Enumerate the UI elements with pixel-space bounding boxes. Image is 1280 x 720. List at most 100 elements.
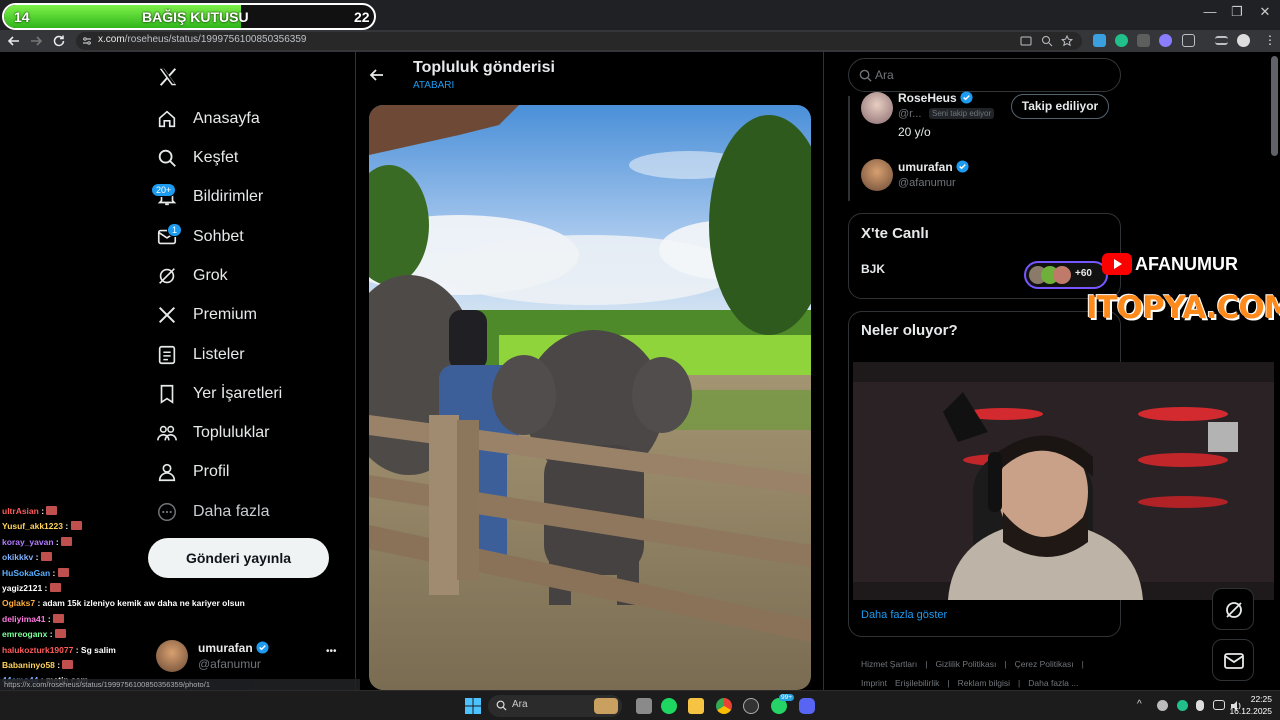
search-icon	[158, 149, 176, 167]
maximize-button[interactable]: ❐	[1223, 4, 1251, 20]
page-scrollbar[interactable]	[1271, 56, 1278, 156]
donation-progress-bar: 14 BAĞIŞ KUTUSU 22	[2, 3, 376, 30]
back-icon[interactable]	[6, 33, 22, 49]
tray-chevron-icon[interactable]: ^	[1137, 699, 1142, 710]
search-input[interactable]: Ara	[848, 58, 1121, 92]
chat-message: yagiz2121 :	[2, 581, 302, 596]
footer-link[interactable]: Imprint	[861, 678, 887, 688]
sidebar-item-label: Keşfet	[193, 149, 239, 166]
footer-separator: |	[1081, 659, 1084, 669]
microphone-icon[interactable]	[1196, 700, 1204, 711]
bookmark-star-icon[interactable]	[1061, 35, 1073, 47]
elephant-photo-image	[369, 105, 811, 690]
footer-link[interactable]: Gizlilik Politikası	[935, 659, 996, 669]
chat-username: emreoganx	[2, 629, 48, 640]
notifications-badge: 20+	[151, 183, 177, 197]
install-app-icon[interactable]	[1020, 35, 1032, 47]
status-link-preview: https://x.com/roseheus/status/1999756100…	[0, 679, 360, 690]
spotify-icon[interactable]	[661, 698, 677, 714]
chat-separator: :	[45, 613, 54, 624]
minimize-button[interactable]: —	[1196, 4, 1224, 19]
sidebar-item-person[interactable]: Profil	[156, 457, 229, 487]
chat-separator: :	[53, 536, 62, 547]
search-highlight-icon	[594, 698, 618, 714]
chat-message: emreoganx :	[2, 627, 302, 642]
live-participants[interactable]: +60	[1024, 261, 1108, 289]
emote-icon	[46, 506, 58, 515]
footer-link[interactable]: Hizmet Şartları	[861, 659, 917, 669]
sidebar-item-label: Bildirimler	[193, 188, 264, 205]
reading-list-icon[interactable]	[1215, 36, 1228, 45]
x-logo-icon[interactable]	[157, 66, 179, 88]
extension-4-icon[interactable]	[1159, 34, 1172, 47]
reload-icon[interactable]	[51, 33, 67, 49]
back-arrow-icon[interactable]	[368, 66, 386, 84]
obs-icon[interactable]	[743, 698, 759, 714]
footer-link[interactable]: Çerez Politikası	[1015, 659, 1074, 669]
chat-separator: :	[62, 521, 71, 532]
avatar[interactable]	[861, 92, 893, 124]
tray-chat-icon[interactable]	[1177, 700, 1188, 711]
sidebar-item-bookmark[interactable]: Yer İşaretleri	[156, 379, 282, 409]
browser-menu-icon[interactable]: ⋮	[1264, 33, 1276, 47]
sidebar-item-x-logo[interactable]: Premium	[156, 300, 257, 330]
account-more-icon[interactable]: •••	[326, 646, 337, 657]
clock-date[interactable]: 16.12.2025	[1228, 706, 1272, 716]
extensions-puzzle-icon[interactable]	[1182, 34, 1195, 47]
footer-link[interactable]: Reklam bilgisi	[958, 678, 1010, 688]
browser-toolbar: x.com/roseheus/status/199975610085035635…	[0, 30, 1280, 52]
grok-floating-button[interactable]	[1212, 588, 1254, 630]
sidebar-item-grok[interactable]: Grok	[156, 261, 228, 291]
community-link[interactable]: ATABARI	[413, 80, 454, 91]
donation-right-value: 22	[354, 9, 370, 25]
tray-app-icon[interactable]	[1157, 700, 1168, 711]
extension-3-icon[interactable]	[1137, 34, 1150, 47]
participants-extra: +60	[1075, 268, 1092, 279]
site-info-icon[interactable]	[82, 36, 92, 46]
address-bar[interactable]: x.com/roseheus/status/199975610085035635…	[76, 32, 1082, 50]
chat-username: ultrAsian	[2, 506, 39, 516]
footer-separator: |	[925, 659, 928, 669]
chat-message: ultrAsian :	[2, 504, 302, 519]
taskbar-search[interactable]: Ara	[488, 695, 622, 717]
bookmark-icon	[160, 384, 174, 404]
post-photo[interactable]	[369, 105, 811, 690]
forward-icon[interactable]	[28, 33, 44, 49]
extension-2-icon[interactable]	[1115, 34, 1128, 47]
mail-icon	[1224, 653, 1244, 669]
sidebar-item-list[interactable]: Listeler	[156, 340, 245, 370]
webcam-image	[853, 362, 1274, 600]
user1-handle: @r...	[898, 108, 922, 120]
display-icon[interactable]	[1213, 700, 1225, 710]
extension-1-icon[interactable]	[1093, 34, 1106, 47]
chat-username: Babaninyo58	[2, 659, 55, 670]
chat-message: Babaninyo58 :	[2, 658, 302, 673]
search-icon	[859, 69, 872, 82]
sidebar-item-people[interactable]: Topluluklar	[156, 418, 269, 448]
following-button[interactable]: Takip ediliyor	[1011, 94, 1109, 119]
chrome-icon[interactable]	[716, 698, 732, 714]
profile-avatar-icon[interactable]	[1237, 34, 1250, 47]
task-view-icon[interactable]	[636, 698, 652, 714]
messages-floating-button[interactable]	[1212, 639, 1254, 681]
grok-icon	[159, 268, 175, 284]
sidebar-item-search[interactable]: Keşfet	[156, 143, 238, 173]
clock-time[interactable]: 22:25	[1248, 694, 1272, 704]
windows-start-icon[interactable]	[465, 698, 481, 714]
sidebar-item-label: Yer İşaretleri	[193, 385, 283, 402]
user2-name[interactable]: umurafan	[898, 160, 969, 174]
zoom-icon[interactable]	[1041, 35, 1053, 47]
avatar[interactable]	[861, 159, 893, 191]
file-explorer-icon[interactable]	[688, 698, 704, 714]
footer-link[interactable]: Erişilebilirlik	[895, 678, 939, 688]
discord-icon[interactable]	[799, 698, 815, 714]
sidebar-item-home[interactable]: Anasayfa	[156, 104, 260, 134]
live-topic[interactable]: BJK	[861, 262, 885, 276]
sidebar-item-label: Listeler	[193, 346, 245, 363]
show-more-link[interactable]: Daha fazla göster	[861, 609, 947, 621]
close-window-button[interactable]: ✕	[1251, 4, 1279, 20]
people-icon	[157, 425, 177, 441]
footer-link[interactable]: Daha fazla ...	[1028, 678, 1078, 688]
verified-badge-icon	[956, 160, 969, 173]
user1-name[interactable]: RoseHeus	[898, 91, 973, 104]
